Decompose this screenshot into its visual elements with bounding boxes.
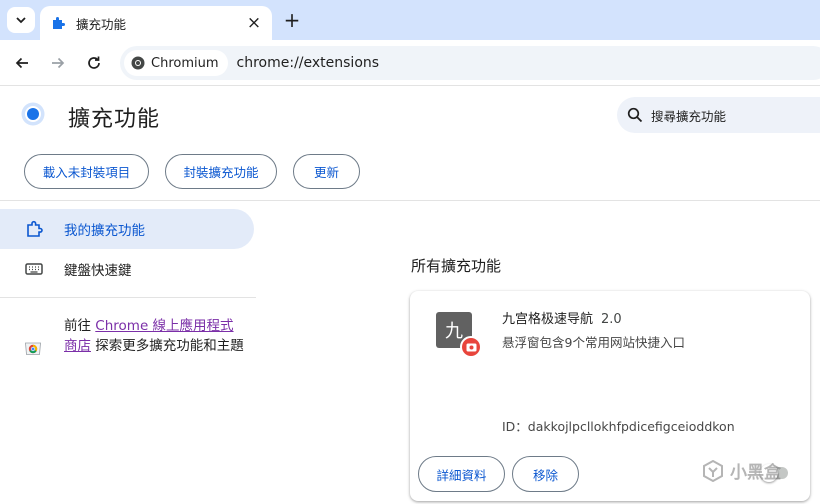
webstore-promo: 前往 Chrome 線上應用程式商店 探索更多擴充功能和主題 bbox=[64, 316, 244, 356]
watermark-text: 小黑盒 bbox=[730, 463, 781, 483]
puzzle-icon bbox=[24, 219, 44, 239]
chevron-down-icon bbox=[16, 17, 26, 24]
search-placeholder: 搜尋擴充功能 bbox=[651, 108, 727, 124]
extension-description: 悬浮窗包含9个常用网站快捷入口 bbox=[502, 335, 685, 350]
load-unpacked-button[interactable]: 載入未封裝項目 bbox=[24, 154, 149, 189]
webstore-suffix: 探索更多擴充功能和主題 bbox=[95, 338, 244, 354]
tab-strip: 擴充功能 × + bbox=[0, 0, 820, 40]
site-chip[interactable]: Chromium bbox=[124, 50, 228, 76]
extension-version: 2.0 bbox=[601, 312, 622, 327]
tab-extensions[interactable]: 擴充功能 × bbox=[40, 6, 272, 40]
webstore-prefix: 前往 bbox=[64, 318, 91, 334]
chromium-icon bbox=[131, 56, 145, 70]
details-button[interactable]: 詳細資料 bbox=[418, 456, 505, 492]
forward-button[interactable] bbox=[46, 51, 70, 75]
header-divider bbox=[0, 200, 820, 201]
chip-label: Chromium bbox=[151, 55, 219, 71]
extension-name-row: 九宫格极速导航 2.0 bbox=[502, 308, 622, 327]
search-icon bbox=[627, 107, 643, 123]
keyboard-icon bbox=[24, 259, 44, 279]
sidebar-divider bbox=[0, 297, 256, 298]
extensions-logo-icon bbox=[21, 102, 45, 126]
tab-search-button[interactable] bbox=[7, 7, 35, 33]
sidebar-item-my-extensions[interactable]: 我的擴充功能 bbox=[0, 209, 254, 249]
watermark-logo-icon bbox=[703, 459, 723, 482]
back-button[interactable] bbox=[10, 51, 34, 75]
extension-badge-icon bbox=[460, 336, 482, 358]
section-title: 所有擴充功能 bbox=[411, 257, 502, 275]
sidebar-item-label: 我的擴充功能 bbox=[64, 223, 145, 239]
update-button[interactable]: 更新 bbox=[293, 154, 360, 189]
arrow-right-icon bbox=[52, 57, 65, 69]
tab-title: 擴充功能 bbox=[76, 16, 127, 32]
reload-button[interactable] bbox=[82, 51, 106, 75]
page-title: 擴充功能 bbox=[68, 107, 161, 132]
sidebar-item-label: 鍵盤快速鍵 bbox=[64, 263, 132, 279]
extension-id: ID：dakkojlpcllokhfpdicefigceioddkon bbox=[502, 419, 735, 434]
sidebar-item-keyboard-shortcuts[interactable]: 鍵盤快速鍵 bbox=[0, 249, 254, 289]
extension-name: 九宫格极速导航 bbox=[502, 312, 594, 327]
arrow-left-icon bbox=[15, 57, 28, 69]
watermark: 小黑盒 bbox=[702, 458, 781, 483]
new-tab-button[interactable]: + bbox=[280, 8, 304, 32]
reload-icon bbox=[88, 56, 100, 69]
close-icon[interactable]: × bbox=[246, 13, 262, 33]
puzzle-icon bbox=[53, 17, 65, 29]
address-bar[interactable]: Chromium chrome://extensions bbox=[120, 46, 820, 80]
chrome-webstore-icon bbox=[25, 342, 41, 355]
url-text: chrome://extensions bbox=[236, 55, 380, 71]
browser-toolbar: Chromium chrome://extensions bbox=[0, 40, 820, 86]
pack-extension-button[interactable]: 封裝擴充功能 bbox=[165, 154, 277, 189]
search-input[interactable]: 搜尋擴充功能 bbox=[617, 97, 820, 133]
remove-button[interactable]: 移除 bbox=[512, 456, 579, 492]
